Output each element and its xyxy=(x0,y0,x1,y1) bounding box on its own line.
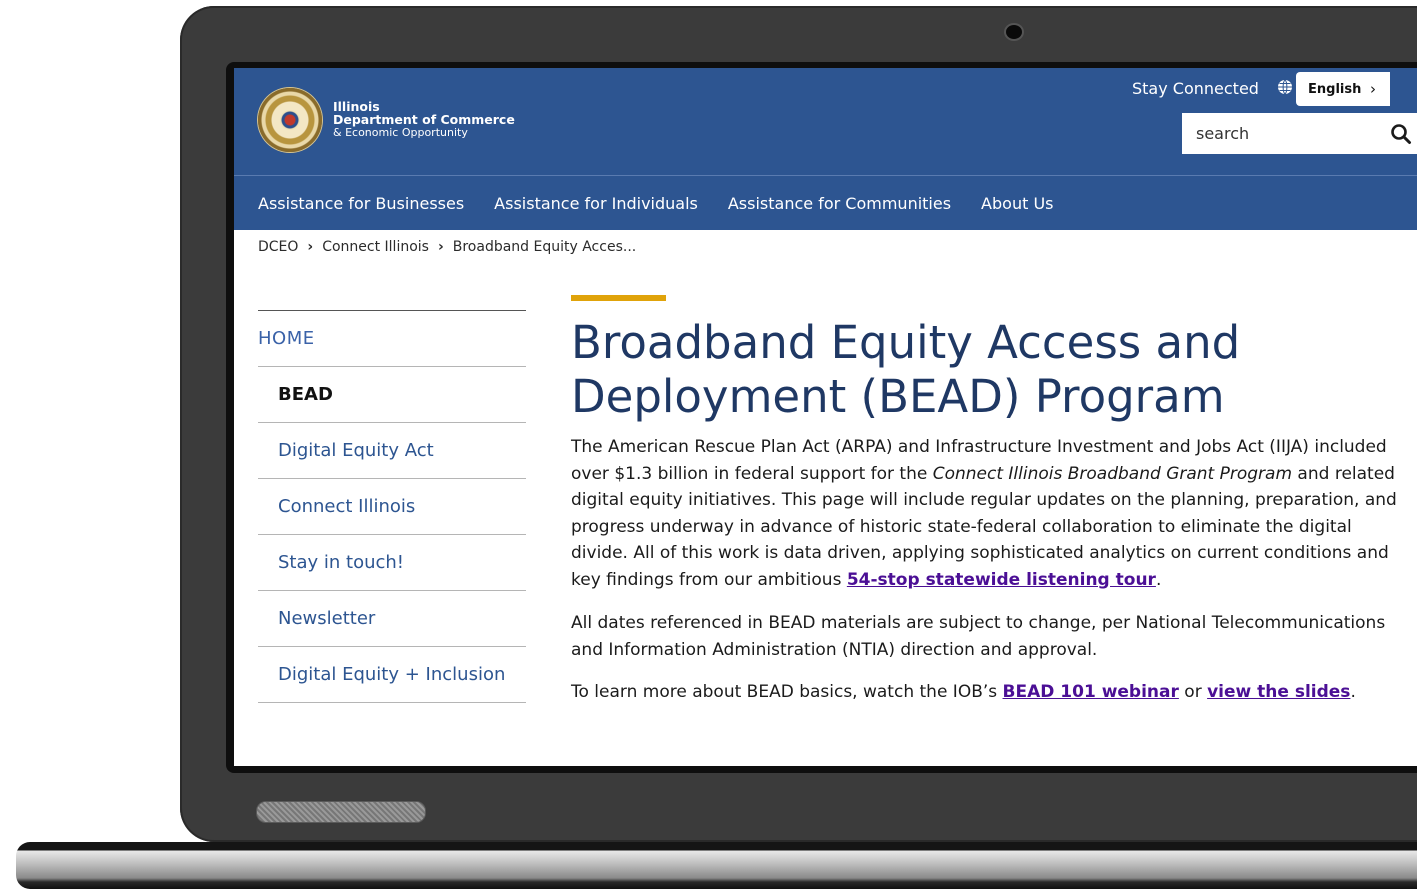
brand-line-3: & Economic Opportunity xyxy=(333,126,468,139)
browser-viewport: Illinois Department of Commerce & Econom… xyxy=(234,68,1417,766)
sidebar-nav: HOME BEAD Digital Equity Act Connect Ill… xyxy=(258,310,526,703)
breadcrumb: DCEO › Connect Illinois › Broadband Equi… xyxy=(258,239,636,255)
chevron-right-icon: › xyxy=(437,239,444,255)
sidebar-item-home[interactable]: HOME xyxy=(258,311,526,367)
search-box xyxy=(1182,113,1417,154)
brand-line-2: Department of Commerce xyxy=(333,112,515,127)
breadcrumb-connect-illinois[interactable]: Connect Illinois xyxy=(322,239,429,255)
learn-more-text-a: To learn more about BEAD basics, watch t… xyxy=(571,682,1003,702)
sidebar-item-digital-equity-inclusion[interactable]: Digital Equity + Inclusion xyxy=(258,647,526,703)
search-input[interactable] xyxy=(1182,113,1410,154)
chevron-right-icon: › xyxy=(1370,80,1376,98)
language-label: English xyxy=(1308,81,1362,97)
sidebar-item-digital-equity-act[interactable]: Digital Equity Act xyxy=(258,423,526,479)
state-seal-logo[interactable] xyxy=(258,88,322,152)
globe-icon xyxy=(1278,79,1292,95)
site-header: Illinois Department of Commerce & Econom… xyxy=(234,68,1417,175)
stay-connected-link[interactable]: Stay Connected xyxy=(1132,78,1259,100)
intro-program-name: Connect Illinois Broadband Grant Program xyxy=(932,463,1293,484)
search-icon[interactable] xyxy=(1390,123,1412,145)
nav-assistance-communities[interactable]: Assistance for Communities xyxy=(728,194,951,213)
sidebar-item-bead[interactable]: BEAD xyxy=(258,367,526,423)
listening-tour-link[interactable]: 54-stop statewide listening tour xyxy=(847,570,1156,590)
breadcrumb-dceo[interactable]: DCEO xyxy=(258,239,298,255)
nav-about-us[interactable]: About Us xyxy=(981,194,1053,213)
language-selector[interactable]: English › xyxy=(1296,72,1390,106)
sidebar-item-newsletter[interactable]: Newsletter xyxy=(258,591,526,647)
page-title: Broadband Equity Access and Deployment (… xyxy=(571,316,1241,423)
dates-paragraph: All dates referenced in BEAD materials a… xyxy=(571,613,1386,660)
camera-icon xyxy=(1006,25,1022,39)
bead-101-webinar-link[interactable]: BEAD 101 webinar xyxy=(1003,682,1179,702)
laptop-screen: Illinois Department of Commerce & Econom… xyxy=(226,62,1417,773)
sidebar-item-stay-in-touch[interactable]: Stay in touch! xyxy=(258,535,526,591)
intro-paragraph: The American Rescue Plan Act (ARPA) and … xyxy=(571,434,1411,593)
intro-text-end: . xyxy=(1155,569,1162,590)
sidebar-item-connect-illinois[interactable]: Connect Illinois xyxy=(258,479,526,535)
title-accent-bar xyxy=(571,295,666,301)
learn-more-paragraph: To learn more about BEAD basics, watch t… xyxy=(571,679,1411,706)
learn-more-text-end: . xyxy=(1350,682,1356,702)
seal-emblem xyxy=(280,110,300,130)
brand-logo-text[interactable]: Illinois Department of Commerce & Econom… xyxy=(333,100,515,139)
clipped-text-line xyxy=(571,728,991,740)
laptop-base xyxy=(16,842,1417,889)
speaker-grill xyxy=(256,801,426,823)
learn-more-text-mid: or xyxy=(1178,682,1208,702)
main-nav: Assistance for Businesses Assistance for… xyxy=(234,176,1417,230)
view-slides-link[interactable]: view the slides xyxy=(1207,682,1350,702)
nav-assistance-individuals[interactable]: Assistance for Individuals xyxy=(494,194,698,213)
nav-assistance-businesses[interactable]: Assistance for Businesses xyxy=(258,194,464,213)
breadcrumb-current: Broadband Equity Acces... xyxy=(452,239,637,255)
chevron-right-icon: › xyxy=(307,239,314,255)
